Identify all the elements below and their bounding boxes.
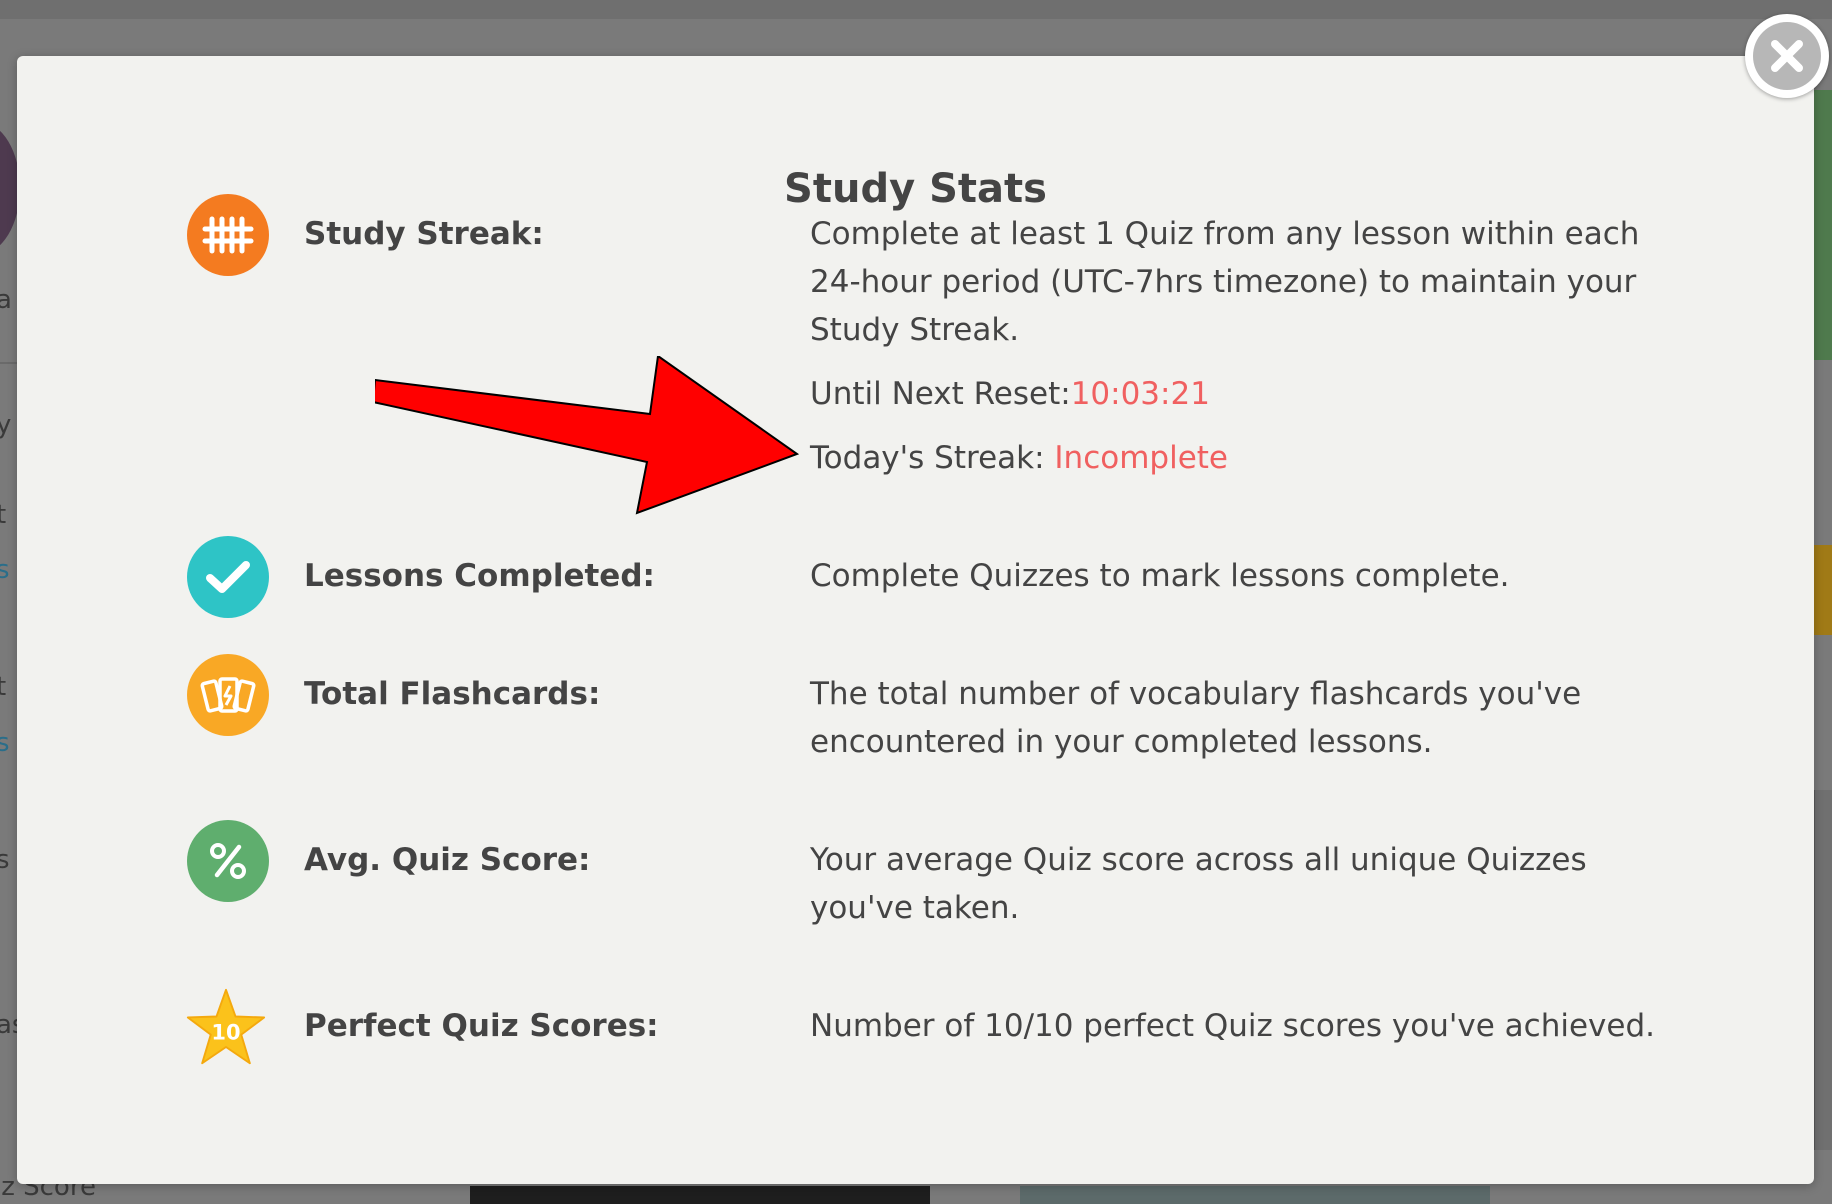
background-text-fragment: y [0,410,12,440]
study-streak-description: Complete at least 1 Quiz from any lesson… [810,216,1640,348]
lessons-completed-description: Complete Quizzes to mark lessons complet… [810,558,1510,594]
star-ten-icon-text: 10 [211,1020,240,1044]
next-reset-label: Until Next Reset: [810,376,1071,412]
study-streak-label: Study Streak: [304,216,544,252]
background-thumbnail [1020,1186,1490,1204]
flashcards-icon [187,654,269,736]
star-ten-icon: 10 [185,986,267,1068]
close-button[interactable] [1745,14,1829,98]
lessons-completed-label: Lessons Completed: [304,558,655,594]
perfect-quiz-scores-label: Perfect Quiz Scores: [304,1008,659,1044]
avg-quiz-score-label: Avg. Quiz Score: [304,842,591,878]
background-right-panel [1813,790,1832,1150]
perfect-quiz-scores-description: Number of 10/10 perfect Quiz scores you'… [810,1008,1656,1044]
todays-streak-line: Today's Streak: Incomplete [810,440,1228,476]
background-top-bar [0,0,1832,19]
study-stats-modal: Study Stats Study Streak: Complete at le… [17,56,1814,1184]
background-thumbnail [470,1186,930,1204]
modal-title: Study Stats [784,166,1047,212]
tally-marks-icon [187,194,269,276]
close-icon [1753,22,1821,90]
avg-quiz-score-description: Your average Quiz score across all uniqu… [810,842,1587,926]
total-flashcards-label: Total Flashcards: [304,676,601,712]
next-reset-line: Until Next Reset:10:03:21 [810,376,1210,412]
percent-icon [187,820,269,902]
background-text-fragment: s [0,845,10,875]
todays-streak-label: Today's Streak: [810,440,1055,476]
background-text-fragment: s [0,728,10,758]
background-text-fragment: t [0,672,7,702]
background-text-fragment: s [0,555,10,585]
todays-streak-status: Incomplete [1054,440,1228,476]
background-right-panel [1813,90,1832,360]
total-flashcards-description: The total number of vocabulary flashcard… [810,676,1582,760]
background-divider [0,362,18,364]
checkmark-icon [187,536,269,618]
background-text-fragment: a [0,285,12,315]
next-reset-countdown: 10:03:21 [1070,376,1210,412]
background-text-fragment: t [0,500,7,530]
background-right-panel [1813,545,1832,635]
red-arrow-icon [375,356,800,515]
